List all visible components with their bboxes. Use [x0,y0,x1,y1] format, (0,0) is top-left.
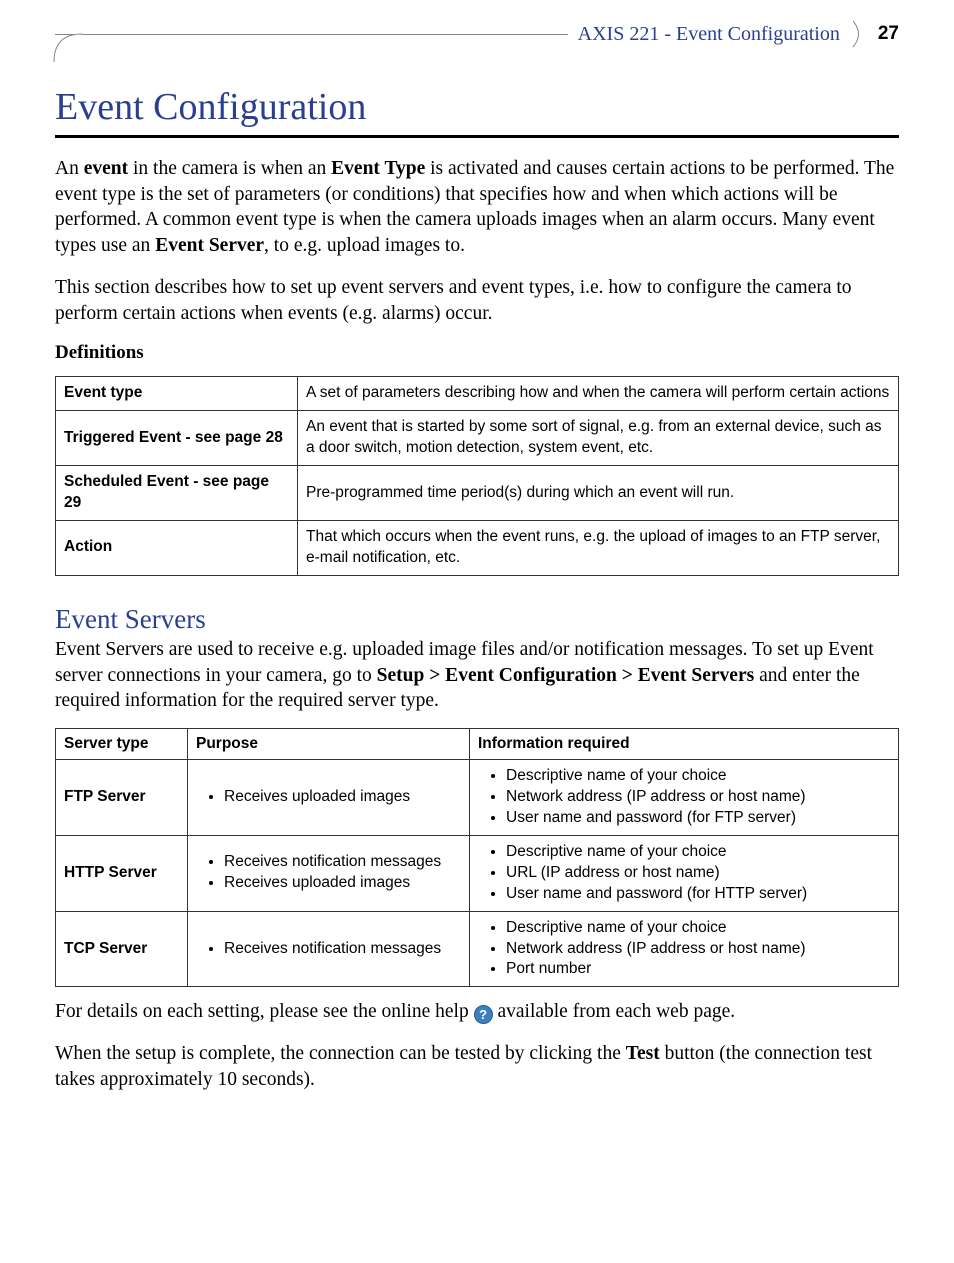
test-note-paragraph: When the setup is complete, the connecti… [55,1041,899,1092]
list-item: Descriptive name of your choice [506,842,890,863]
table-row: HTTP Server Receives notification messag… [56,835,899,911]
event-servers-paragraph-1: Event Servers are used to receive e.g. u… [55,637,899,714]
def-desc: Pre-programmed time period(s) during whi… [298,466,899,521]
def-term: Action [56,521,298,576]
table-row: TCP Server Receives notification message… [56,911,899,987]
page-number: 27 [878,23,899,45]
page-title: Event Configuration [55,85,899,129]
info-cell: Descriptive name of your choice Network … [470,760,899,836]
list-item: Descriptive name of your choice [506,766,890,787]
def-desc: That which occurs when the event runs, e… [298,521,899,576]
def-term: Event type [56,377,298,411]
intro-paragraph-2: This section describes how to set up eve… [55,275,899,326]
event-servers-heading: Event Servers [55,604,899,635]
intro-paragraph-1: An event in the camera is when an Event … [55,156,899,259]
definitions-heading: Definitions [55,342,899,364]
purpose-cell: Receives uploaded images [188,760,470,836]
help-icon: ? [474,1005,493,1024]
info-cell: Descriptive name of your choice Network … [470,911,899,987]
definitions-table: Event type A set of parameters describin… [55,376,899,575]
def-term: Triggered Event - see page 28 [56,411,298,466]
list-item: Descriptive name of your choice [506,918,890,939]
table-row: Triggered Event - see page 28 An event t… [56,411,899,466]
server-type-cell: TCP Server [56,911,188,987]
list-item: Port number [506,959,890,980]
header-end-curve [852,20,866,48]
def-desc: An event that is started by some sort of… [298,411,899,466]
list-item: Receives uploaded images [224,787,461,808]
def-term: Scheduled Event - see page 29 [56,466,298,521]
list-item: Receives notification messages [224,939,461,960]
header-curve [53,33,83,63]
list-item: User name and password (for FTP server) [506,808,890,829]
list-item: Receives uploaded images [224,873,461,894]
col-purpose: Purpose [188,729,470,760]
server-type-cell: HTTP Server [56,835,188,911]
table-header-row: Server type Purpose Information required [56,729,899,760]
help-note-paragraph: For details on each setting, please see … [55,999,899,1025]
list-item: Network address (IP address or host name… [506,939,890,960]
col-server-type: Server type [56,729,188,760]
def-desc: A set of parameters describing how and w… [298,377,899,411]
purpose-cell: Receives notification messages [188,911,470,987]
table-row: Scheduled Event - see page 29 Pre-progra… [56,466,899,521]
server-type-cell: FTP Server [56,760,188,836]
title-underline [55,135,899,138]
list-item: Network address (IP address or host name… [506,787,890,808]
table-row: Action That which occurs when the event … [56,521,899,576]
list-item: URL (IP address or host name) [506,863,890,884]
col-info-required: Information required [470,729,899,760]
table-row: Event type A set of parameters describin… [56,377,899,411]
header-breadcrumb: AXIS 221 - Event Configuration [578,23,840,46]
list-item: Receives notification messages [224,852,461,873]
info-cell: Descriptive name of your choice URL (IP … [470,835,899,911]
server-types-table: Server type Purpose Information required… [55,728,899,987]
purpose-cell: Receives notification messages Receives … [188,835,470,911]
page-header: AXIS 221 - Event Configuration 27 [55,20,899,50]
table-row: FTP Server Receives uploaded images Desc… [56,760,899,836]
list-item: User name and password (for HTTP server) [506,884,890,905]
